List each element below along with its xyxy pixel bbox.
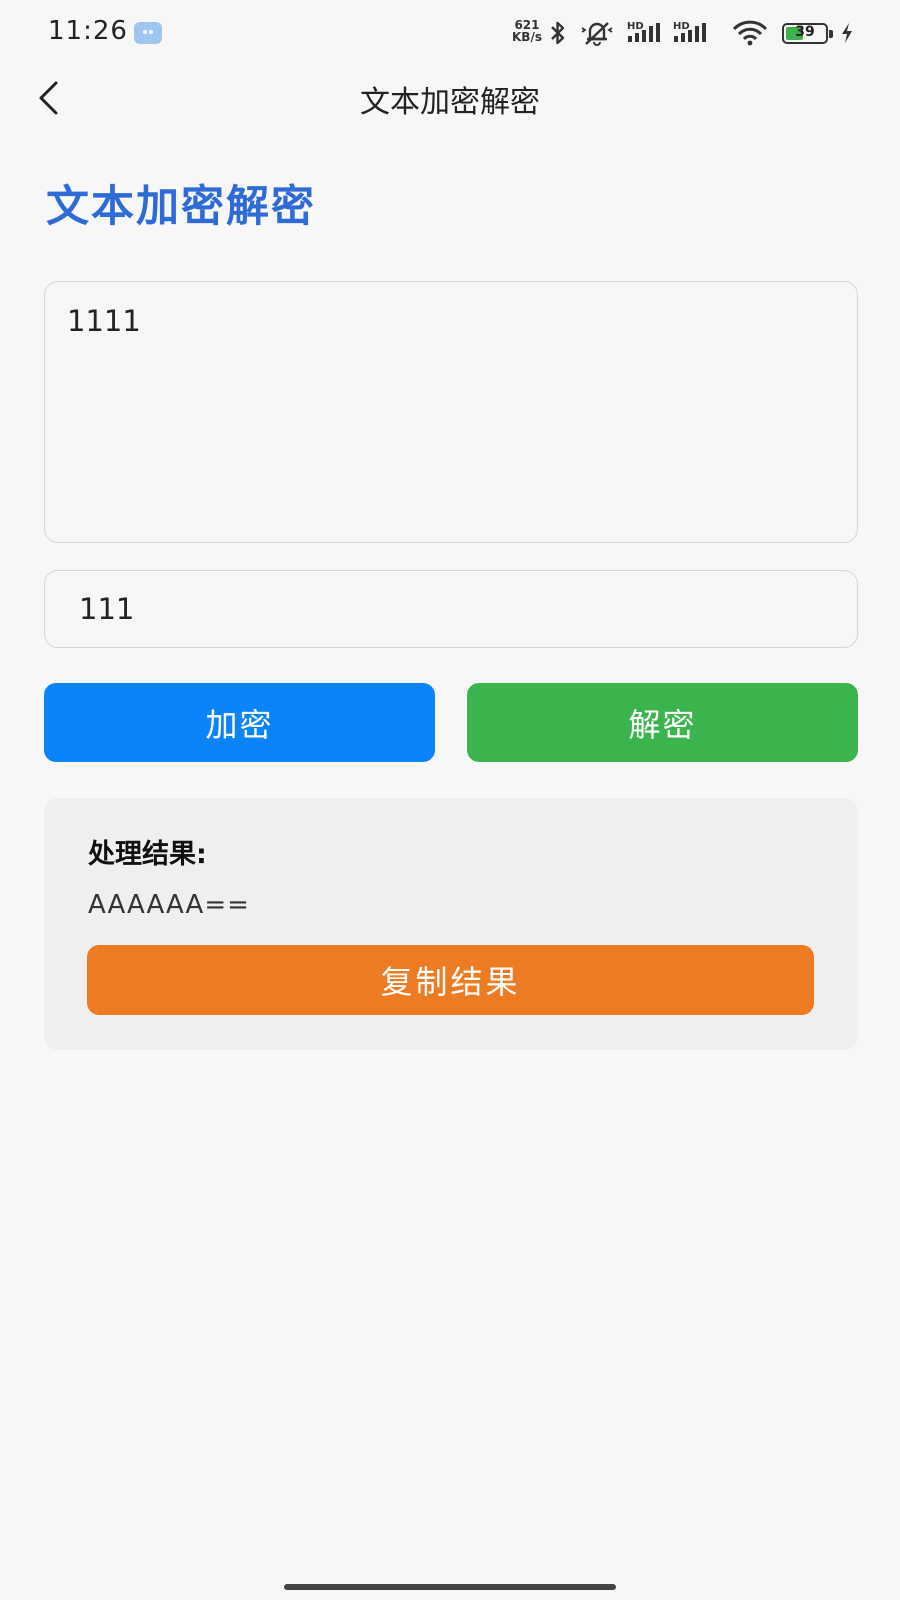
- bluetooth-icon: [551, 21, 565, 45]
- key-input[interactable]: [44, 570, 858, 648]
- nav-title: 文本加密解密: [360, 85, 540, 120]
- battery-tip: [829, 30, 833, 38]
- status-bar: 11:26 621 KB/s HD HD 39: [0, 0, 900, 66]
- battery-icon: 39: [782, 23, 828, 44]
- result-label: 处理结果:: [88, 839, 207, 870]
- wifi-icon: [732, 20, 768, 46]
- copy-result-button[interactable]: 复制结果: [87, 945, 814, 1015]
- decrypt-button[interactable]: 解密: [467, 683, 858, 762]
- network-speed: 621 KB/s: [512, 19, 542, 43]
- signal-strength-icon: HD: [627, 21, 660, 42]
- encrypt-button[interactable]: 加密: [44, 683, 435, 762]
- charging-bolt-icon: [842, 23, 852, 43]
- home-indicator[interactable]: [284, 1584, 616, 1590]
- app-notification-icon: [134, 22, 162, 44]
- plaintext-input[interactable]: 1111: [44, 281, 858, 543]
- network-speed-unit: KB/s: [512, 30, 542, 44]
- status-time: 11:26: [48, 16, 128, 46]
- result-value: AAAAAA==: [88, 890, 250, 920]
- signal-hd-label-2: HD: [673, 21, 690, 32]
- page-heading: 文本加密解密: [46, 182, 316, 232]
- battery-level: 39: [795, 24, 815, 40]
- mute-bell-icon: [581, 22, 613, 46]
- signal-strength-2-icon: HD: [673, 21, 706, 42]
- signal-hd-label-1: HD: [627, 21, 644, 32]
- result-card: 处理结果: AAAAAA== 复制结果: [44, 798, 858, 1050]
